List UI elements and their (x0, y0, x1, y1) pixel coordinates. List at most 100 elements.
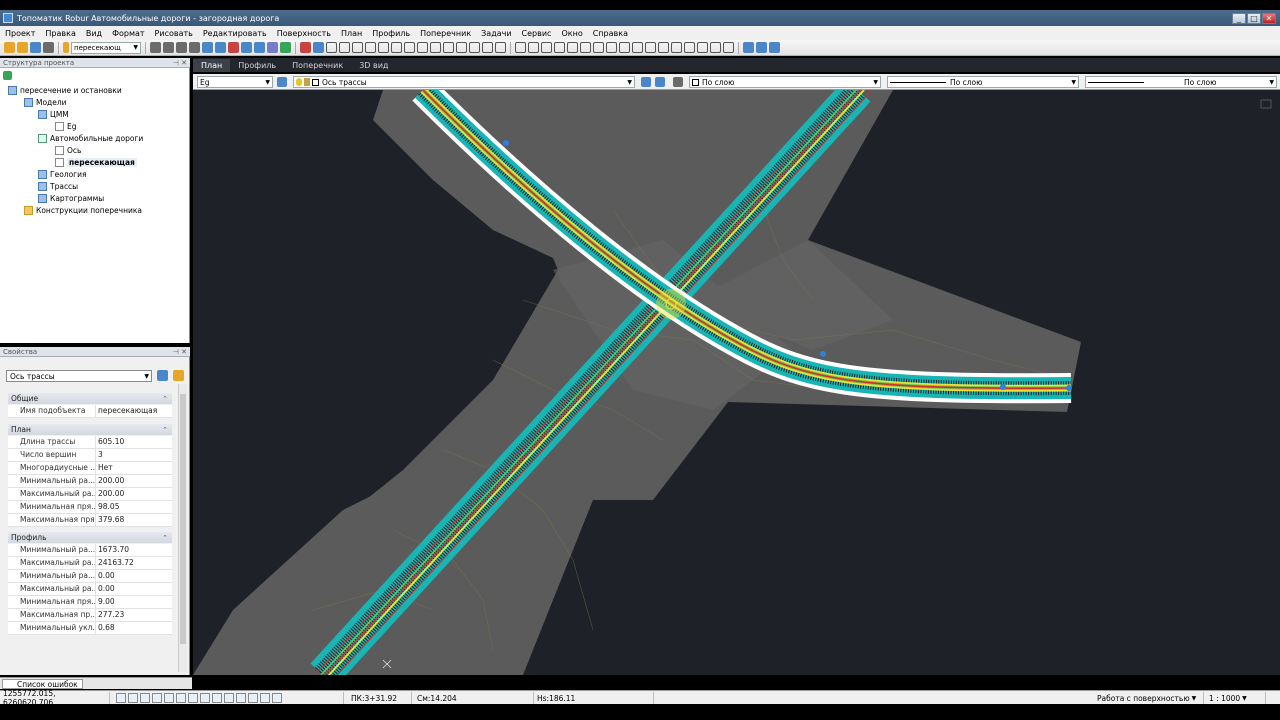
lineweight-toggle-icon[interactable] (200, 693, 210, 703)
property-value[interactable]: 98.05 (95, 501, 172, 513)
viewport-restore-icon[interactable] (1260, 99, 1272, 109)
close-button[interactable]: ✕ (1262, 12, 1276, 24)
tree-item-geology[interactable]: Геология (38, 170, 87, 179)
dyn-toggle-icon[interactable] (188, 693, 198, 703)
new-icon[interactable] (4, 42, 15, 53)
mirror-icon[interactable] (417, 42, 428, 53)
otrack-toggle-icon[interactable] (176, 693, 186, 703)
select-cycle-icon[interactable] (224, 693, 234, 703)
rotate-icon[interactable] (391, 42, 402, 53)
layer-match-icon[interactable] (655, 77, 665, 87)
menu-profile[interactable]: Профиль (367, 29, 415, 38)
property-value[interactable]: 0.00 (95, 570, 172, 582)
property-row[interactable]: Минимальный ра... 1673.70 (8, 544, 172, 557)
tab-profile[interactable]: Профиль (230, 59, 284, 72)
property-value[interactable]: 379.68 (95, 514, 172, 526)
move-icon[interactable] (378, 42, 389, 53)
units-icon[interactable] (248, 693, 258, 703)
quick-props-icon[interactable] (260, 693, 270, 703)
array-icon[interactable] (430, 42, 441, 53)
cut-icon[interactable] (150, 42, 161, 53)
line-icon[interactable] (515, 42, 526, 53)
tab-cross-section[interactable]: Поперечник (284, 59, 351, 72)
menu-project[interactable]: Проект (0, 29, 40, 38)
property-row[interactable]: Максимальный ра... 24163.72 (8, 557, 172, 570)
property-row[interactable]: Многорадиусные ... Нет (8, 462, 172, 475)
print-icon[interactable] (43, 42, 54, 53)
group-general[interactable]: Общие ⌃ (8, 393, 172, 404)
block-icon[interactable] (658, 42, 669, 53)
extend-icon[interactable] (469, 42, 480, 53)
menu-cross-section[interactable]: Поперечник (415, 29, 476, 38)
menu-tasks[interactable]: Задачи (476, 29, 516, 38)
property-value[interactable]: 200.00 (95, 475, 172, 487)
layer-iso-icon[interactable] (673, 77, 683, 87)
property-row[interactable]: Минимальный ра... 200.00 (8, 475, 172, 488)
undo-icon[interactable] (202, 42, 213, 53)
object-combo[interactable]: пересекающ ▼ (71, 41, 141, 54)
menu-service[interactable]: Сервис (517, 29, 557, 38)
copy-icon[interactable] (163, 42, 174, 53)
scale-selector[interactable]: 1 : 1000 ▼ (1206, 692, 1266, 704)
pin-icon[interactable]: ⊣ ✕ (173, 348, 187, 356)
ortho-icon[interactable] (352, 42, 363, 53)
measure-icon[interactable] (743, 42, 754, 53)
ortho-toggle-icon[interactable] (140, 693, 150, 703)
pin-icon[interactable]: ⊣ ✕ (173, 59, 187, 67)
property-value[interactable]: Нет (95, 462, 172, 474)
grid-icon[interactable] (326, 42, 337, 53)
mtext-icon[interactable] (710, 42, 721, 53)
hatch-icon[interactable] (645, 42, 656, 53)
layers-icon[interactable] (254, 42, 265, 53)
property-value[interactable]: 277.23 (95, 609, 172, 621)
trim-icon[interactable] (456, 42, 467, 53)
sort-icon[interactable] (157, 370, 168, 381)
lamp-icon[interactable] (63, 42, 69, 53)
region-icon[interactable] (684, 42, 695, 53)
layer-combo[interactable]: Ось трассы ▼ (293, 76, 635, 88)
tree-item-cross-sections[interactable]: Конструкции поперечника (24, 206, 142, 215)
break-icon[interactable] (495, 42, 506, 53)
filter-icon[interactable] (173, 370, 184, 381)
lineweight-combo[interactable]: По слою ▼ (1085, 76, 1277, 88)
property-row[interactable]: Максимальный ра... 0.00 (8, 583, 172, 596)
paste-icon[interactable] (176, 42, 187, 53)
layer-prev-icon[interactable] (641, 77, 651, 87)
property-value[interactable]: 24163.72 (95, 557, 172, 569)
ellipse-icon[interactable] (632, 42, 643, 53)
point-icon[interactable] (671, 42, 682, 53)
pentagon-icon[interactable] (567, 42, 578, 53)
work-mode[interactable]: Работа с поверхностью ▼ (1094, 692, 1204, 704)
tab-error-list[interactable]: Список ошибок (2, 679, 83, 689)
select-icon[interactable] (228, 42, 239, 53)
property-value[interactable]: 200.00 (95, 488, 172, 500)
property-value[interactable]: 1673.70 (95, 544, 172, 556)
property-row[interactable]: Минимальная пря... 98.05 (8, 501, 172, 514)
property-row[interactable]: Число вершин 3 (8, 449, 172, 462)
menu-surface[interactable]: Поверхность (272, 29, 336, 38)
tree-item-roads[interactable]: Автомобильные дороги (38, 134, 143, 143)
snap-toggle-icon[interactable] (128, 693, 138, 703)
arc-icon[interactable] (541, 42, 552, 53)
donut-icon[interactable] (619, 42, 630, 53)
tree-item-eg[interactable]: Eg (55, 122, 77, 131)
pan-icon[interactable] (313, 42, 324, 53)
layer-manager-icon[interactable] (277, 77, 287, 87)
object-type-combo[interactable]: Ось трассы ▼ (6, 370, 152, 382)
draw-line-icon[interactable] (300, 42, 311, 53)
grid-toggle-icon[interactable] (116, 693, 126, 703)
plan-drawing-canvas[interactable] (193, 90, 1280, 675)
menu-edit[interactable]: Правка (40, 29, 80, 38)
properties-scrollbar[interactable] (178, 384, 187, 672)
property-row[interactable]: Минимальная пря... 9.00 (8, 596, 172, 609)
menu-modify[interactable]: Редактировать (198, 29, 272, 38)
fillet-icon[interactable] (482, 42, 493, 53)
property-row[interactable]: Минимальный укл... 0.68 (8, 622, 172, 635)
maximize-button[interactable]: □ (1247, 12, 1261, 24)
offset-icon[interactable] (443, 42, 454, 53)
model-toggle-icon[interactable] (212, 693, 222, 703)
property-row[interactable]: Максимальный ра... 200.00 (8, 488, 172, 501)
menu-format[interactable]: Формат (107, 29, 149, 38)
property-row[interactable]: Максимальная пря... 379.68 (8, 514, 172, 527)
menu-window[interactable]: Окно (556, 29, 587, 38)
